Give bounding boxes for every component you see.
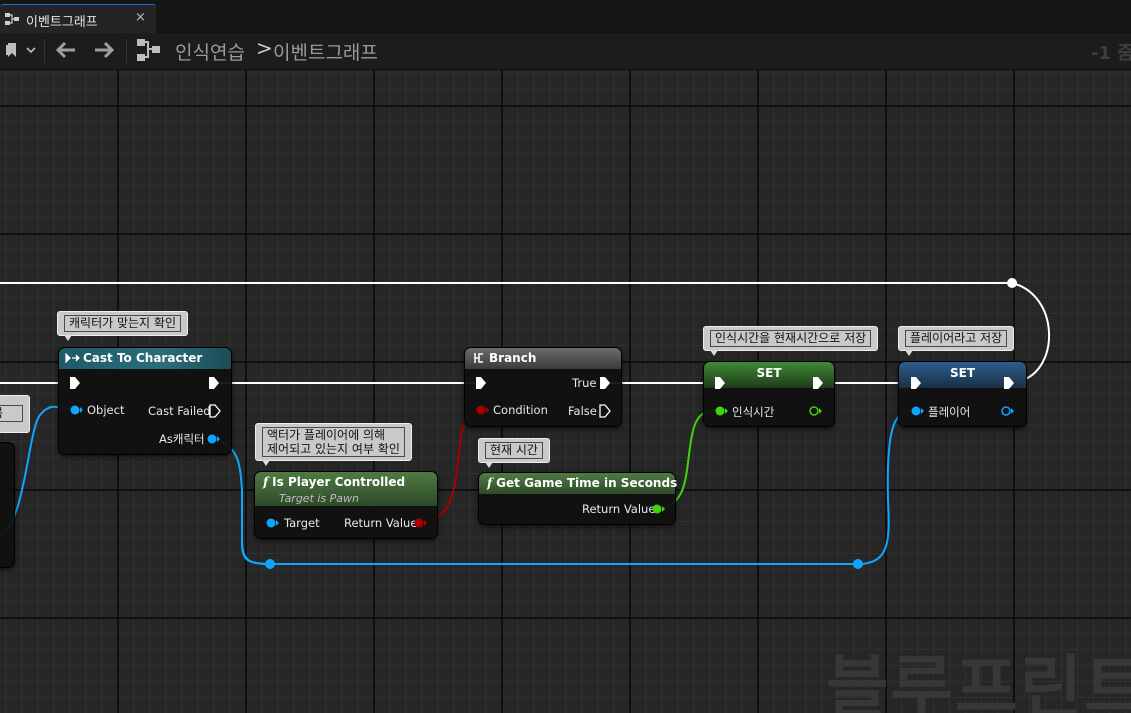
return-value-label: Return Value xyxy=(582,502,656,516)
node-title: f Get Game Time in Seconds xyxy=(479,473,677,494)
close-icon[interactable]: × xyxy=(135,10,146,25)
true-label: True xyxy=(572,376,597,390)
reroute-node xyxy=(1007,278,1017,288)
as-character-pin[interactable] xyxy=(206,434,220,444)
comment-cast[interactable]: 캐릭터가 맞는지 확인 xyxy=(57,311,188,341)
tab-label: 이벤트그래프 xyxy=(26,15,98,30)
blueprint-watermark: 블루프린트 xyxy=(826,649,1131,713)
target-label: Target xyxy=(284,516,320,530)
graph-icon xyxy=(137,39,160,61)
node-title: Branch xyxy=(465,348,621,369)
false-label: False xyxy=(568,404,597,418)
true-exec-pin[interactable] xyxy=(599,376,611,390)
toolbar-divider xyxy=(44,39,45,63)
node-subtitle: Target is Pawn xyxy=(279,492,360,505)
object-wire xyxy=(241,539,858,565)
back-arrow-icon[interactable] xyxy=(55,41,77,59)
breadcrumb-separator: > xyxy=(256,36,273,60)
tab-event-graph[interactable]: 이벤트그래프 × xyxy=(0,4,156,33)
as-character-label: As캐릭터 xyxy=(159,432,205,446)
object-wire xyxy=(857,409,917,565)
condition-pin[interactable] xyxy=(475,405,489,415)
set-recognition-time-node[interactable]: SET 인식시간 xyxy=(703,361,835,427)
comment-set-time[interactable]: 인식시간을 현재시간으로 저장 xyxy=(703,326,879,356)
tab-bar: 이벤트그래프 × xyxy=(0,0,1131,33)
forward-arrow-icon[interactable] xyxy=(93,41,115,59)
graph-icon xyxy=(5,13,19,25)
target-pin[interactable] xyxy=(265,518,279,528)
player-label: 플레이어 xyxy=(928,405,971,419)
comment-controlled[interactable]: 액터가 플레이어에 의해 제어되고 있는지 여부 확인 xyxy=(255,423,412,466)
return-value-label: Return Value xyxy=(344,516,418,530)
cast-icon xyxy=(65,353,80,363)
branch-node[interactable]: Branch True Condition False xyxy=(464,347,622,427)
function-icon: f xyxy=(263,475,269,489)
recognition-time-label: 인식시간 xyxy=(732,405,775,419)
zoom-level: -1 줌 xyxy=(1091,43,1131,64)
offscreen-node[interactable] xyxy=(0,442,15,568)
cast-failed-label: Cast Failed xyxy=(148,404,211,418)
object-wire xyxy=(242,540,270,564)
bookmark-icon[interactable] xyxy=(6,42,20,58)
node-title: Cast To Character xyxy=(59,348,231,369)
function-icon: f xyxy=(487,476,493,490)
toolbar: 인식연습 > 이벤트그래프 -1 줌 xyxy=(0,33,1131,70)
float-in-pin[interactable] xyxy=(714,406,728,416)
object-in-pin[interactable] xyxy=(910,406,924,416)
exec-out-pin[interactable] xyxy=(208,376,220,390)
reroute-node xyxy=(853,559,863,569)
float-out-pin[interactable] xyxy=(808,406,822,416)
comment-left-edge[interactable]: 몸 xyxy=(0,395,30,433)
bool-out-pin[interactable] xyxy=(413,518,427,528)
branch-icon xyxy=(474,353,483,363)
get-game-time-node[interactable]: f Get Game Time in Seconds Return Value xyxy=(478,472,677,525)
set-player-node[interactable]: SET 플레이어 xyxy=(898,361,1027,427)
reroute-node xyxy=(265,559,275,569)
graph-canvas[interactable]: 몸 캐릭터가 맞는지 확인 Cast To Character Object C… xyxy=(0,70,1131,713)
object-pin-label: Object xyxy=(87,403,125,417)
exec-in-pin[interactable] xyxy=(69,376,81,390)
cast-to-character-node[interactable]: Cast To Character Object Cast Failed As캐… xyxy=(58,347,232,455)
cast-failed-pin[interactable] xyxy=(209,404,221,418)
chevron-down-icon[interactable] xyxy=(26,46,36,54)
exec-out-pin[interactable] xyxy=(1003,376,1015,390)
exec-out-pin[interactable] xyxy=(812,376,824,390)
exec-in-pin[interactable] xyxy=(475,376,487,390)
is-player-controlled-node[interactable]: f Is Player Controlled Target is Pawn Tar… xyxy=(254,471,438,539)
object-in-pin[interactable] xyxy=(69,405,83,415)
exec-in-pin[interactable] xyxy=(910,376,922,390)
breadcrumb-root[interactable]: 인식연습 xyxy=(175,38,245,65)
object-out-pin[interactable] xyxy=(1000,406,1014,416)
false-exec-pin[interactable] xyxy=(599,404,611,418)
breadcrumb-current[interactable]: 이벤트그래프 xyxy=(273,38,378,65)
comment-set-player[interactable]: 플레이어라고 저장 xyxy=(898,326,1015,356)
comment-time[interactable]: 현재 시간 xyxy=(478,438,550,468)
float-out-pin[interactable] xyxy=(651,504,665,514)
condition-label: Condition xyxy=(493,403,548,417)
toolbar-divider xyxy=(126,39,127,63)
exec-in-pin[interactable] xyxy=(714,376,726,390)
